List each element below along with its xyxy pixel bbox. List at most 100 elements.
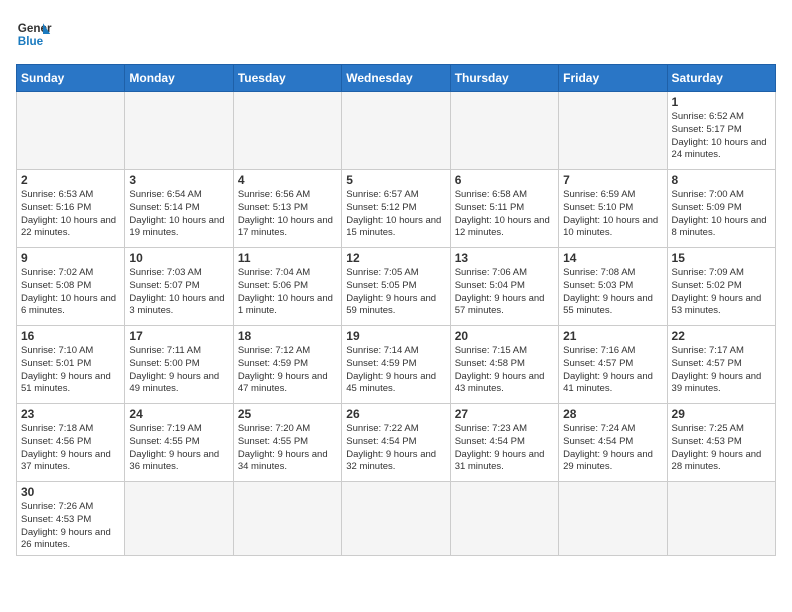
calendar-cell: 8 Sunrise: 7:00 AMSunset: 5:09 PMDaylight… [667,170,775,248]
calendar-cell: 7 Sunrise: 6:59 AMSunset: 5:10 PMDaylight… [559,170,667,248]
calendar-cell: 5Sunrise: 6:57 AMSunset: 5:12 PMDaylight… [342,170,450,248]
day-number: 5 [346,173,445,187]
calendar-cell [125,92,233,170]
day-info: Sunrise: 7:00 AMSunset: 5:09 PMDaylight:… [672,189,771,240]
day-number: 18 [238,329,337,343]
calendar-cell: 23 Sunrise: 7:18 AMSunset: 4:56 PMDayligh… [17,404,125,482]
day-info: Sunrise: 7:17 AMSunset: 4:57 PMDaylight:… [672,345,771,396]
day-info: Sunrise: 7:23 AMSunset: 4:54 PMDaylight:… [455,423,554,474]
day-number: 6 [455,173,554,187]
calendar-cell: 14 Sunrise: 7:08 AMSunset: 5:03 PMDayligh… [559,248,667,326]
calendar-cell [233,92,341,170]
day-number: 7 [563,173,662,187]
day-number: 4 [238,173,337,187]
day-info: Sunrise: 6:54 AMSunset: 5:14 PMDaylight:… [129,189,228,240]
calendar-cell: 27 Sunrise: 7:23 AMSunset: 4:54 PMDayligh… [450,404,558,482]
day-number: 12 [346,251,445,265]
day-number: 20 [455,329,554,343]
calendar-cell [342,482,450,556]
day-info: Sunrise: 7:24 AMSunset: 4:54 PMDaylight:… [563,423,662,474]
calendar-cell: 12 Sunrise: 7:05 AMSunset: 5:05 PMDayligh… [342,248,450,326]
header-saturday: Saturday [667,65,775,92]
calendar-cell: 22 Sunrise: 7:17 AMSunset: 4:57 PMDayligh… [667,326,775,404]
calendar-cell [450,92,558,170]
calendar-cell: 26 Sunrise: 7:22 AMSunset: 4:54 PMDayligh… [342,404,450,482]
calendar-cell: 17Sunrise: 7:11 AMSunset: 5:00 PMDayligh… [125,326,233,404]
day-info: Sunrise: 7:10 AMSunset: 5:01 PMDaylight:… [21,345,120,396]
day-number: 13 [455,251,554,265]
calendar-cell [17,92,125,170]
day-number: 22 [672,329,771,343]
day-info: Sunrise: 7:22 AMSunset: 4:54 PMDaylight:… [346,423,445,474]
calendar-header-row: SundayMondayTuesdayWednesdayThursdayFrid… [17,65,776,92]
logo: General Blue [16,16,52,52]
day-info: Sunrise: 7:09 AMSunset: 5:02 PMDaylight:… [672,267,771,318]
calendar-cell: 25 Sunrise: 7:20 AMSunset: 4:55 PMDayligh… [233,404,341,482]
day-number: 1 [672,95,771,109]
day-number: 28 [563,407,662,421]
calendar-cell: 21Sunrise: 7:16 AMSunset: 4:57 PMDayligh… [559,326,667,404]
day-number: 26 [346,407,445,421]
header-monday: Monday [125,65,233,92]
day-info: Sunrise: 7:16 AMSunset: 4:57 PMDaylight:… [563,345,662,396]
day-info: Sunrise: 6:53 AMSunset: 5:16 PMDaylight:… [21,189,120,240]
day-info: Sunrise: 7:02 AMSunset: 5:08 PMDaylight:… [21,267,120,318]
day-number: 9 [21,251,120,265]
calendar-cell: 2Sunrise: 6:53 AMSunset: 5:16 PMDaylight… [17,170,125,248]
day-number: 16 [21,329,120,343]
day-number: 10 [129,251,228,265]
calendar-cell [450,482,558,556]
calendar-cell: 20 Sunrise: 7:15 AMSunset: 4:58 PMDayligh… [450,326,558,404]
day-info: Sunrise: 7:15 AMSunset: 4:58 PMDaylight:… [455,345,554,396]
day-info: Sunrise: 7:06 AMSunset: 5:04 PMDaylight:… [455,267,554,318]
calendar-cell: 30Sunrise: 7:26 AMSunset: 4:53 PMDayligh… [17,482,125,556]
calendar-cell: 24 Sunrise: 7:19 AMSunset: 4:55 PMDayligh… [125,404,233,482]
day-info: Sunrise: 6:56 AMSunset: 5:13 PMDaylight:… [238,189,337,240]
day-number: 8 [672,173,771,187]
day-number: 27 [455,407,554,421]
logo-icon: General Blue [16,16,52,52]
calendar-cell: 3Sunrise: 6:54 AMSunset: 5:14 PMDaylight… [125,170,233,248]
day-number: 25 [238,407,337,421]
calendar-cell: 9 Sunrise: 7:02 AMSunset: 5:08 PMDaylight… [17,248,125,326]
day-number: 11 [238,251,337,265]
calendar-cell: 13 Sunrise: 7:06 AMSunset: 5:04 PMDayligh… [450,248,558,326]
calendar-cell [125,482,233,556]
day-info: Sunrise: 7:12 AMSunset: 4:59 PMDaylight:… [238,345,337,396]
day-number: 30 [21,485,120,499]
day-info: Sunrise: 7:19 AMSunset: 4:55 PMDaylight:… [129,423,228,474]
header-friday: Friday [559,65,667,92]
day-info: Sunrise: 7:08 AMSunset: 5:03 PMDaylight:… [563,267,662,318]
day-info: Sunrise: 7:18 AMSunset: 4:56 PMDaylight:… [21,423,120,474]
calendar-cell: 1 Sunrise: 6:52 AMSunset: 5:17 PMDaylight… [667,92,775,170]
calendar-cell [342,92,450,170]
header-tuesday: Tuesday [233,65,341,92]
day-number: 29 [672,407,771,421]
day-number: 15 [672,251,771,265]
day-number: 23 [21,407,120,421]
header-wednesday: Wednesday [342,65,450,92]
day-number: 24 [129,407,228,421]
calendar-cell: 11 Sunrise: 7:04 AMSunset: 5:06 PMDayligh… [233,248,341,326]
header-sunday: Sunday [17,65,125,92]
calendar-cell [559,482,667,556]
svg-text:Blue: Blue [18,35,44,48]
day-info: Sunrise: 7:04 AMSunset: 5:06 PMDaylight:… [238,267,337,318]
calendar-cell: 18 Sunrise: 7:12 AMSunset: 4:59 PMDayligh… [233,326,341,404]
calendar-cell: 15 Sunrise: 7:09 AMSunset: 5:02 PMDayligh… [667,248,775,326]
calendar-table: SundayMondayTuesdayWednesdayThursdayFrid… [16,64,776,556]
day-number: 17 [129,329,228,343]
calendar-cell: 29Sunrise: 7:25 AMSunset: 4:53 PMDayligh… [667,404,775,482]
calendar-cell: 16 Sunrise: 7:10 AMSunset: 5:01 PMDayligh… [17,326,125,404]
day-info: Sunrise: 6:52 AMSunset: 5:17 PMDaylight:… [672,111,771,162]
day-number: 14 [563,251,662,265]
day-info: Sunrise: 7:20 AMSunset: 4:55 PMDaylight:… [238,423,337,474]
day-info: Sunrise: 7:05 AMSunset: 5:05 PMDaylight:… [346,267,445,318]
day-number: 19 [346,329,445,343]
calendar-cell: 28 Sunrise: 7:24 AMSunset: 4:54 PMDayligh… [559,404,667,482]
calendar-cell: 19Sunrise: 7:14 AMSunset: 4:59 PMDayligh… [342,326,450,404]
page-header: General Blue [16,16,776,52]
day-info: Sunrise: 6:58 AMSunset: 5:11 PMDaylight:… [455,189,554,240]
day-info: Sunrise: 6:59 AMSunset: 5:10 PMDaylight:… [563,189,662,240]
calendar-cell: 6 Sunrise: 6:58 AMSunset: 5:11 PMDaylight… [450,170,558,248]
